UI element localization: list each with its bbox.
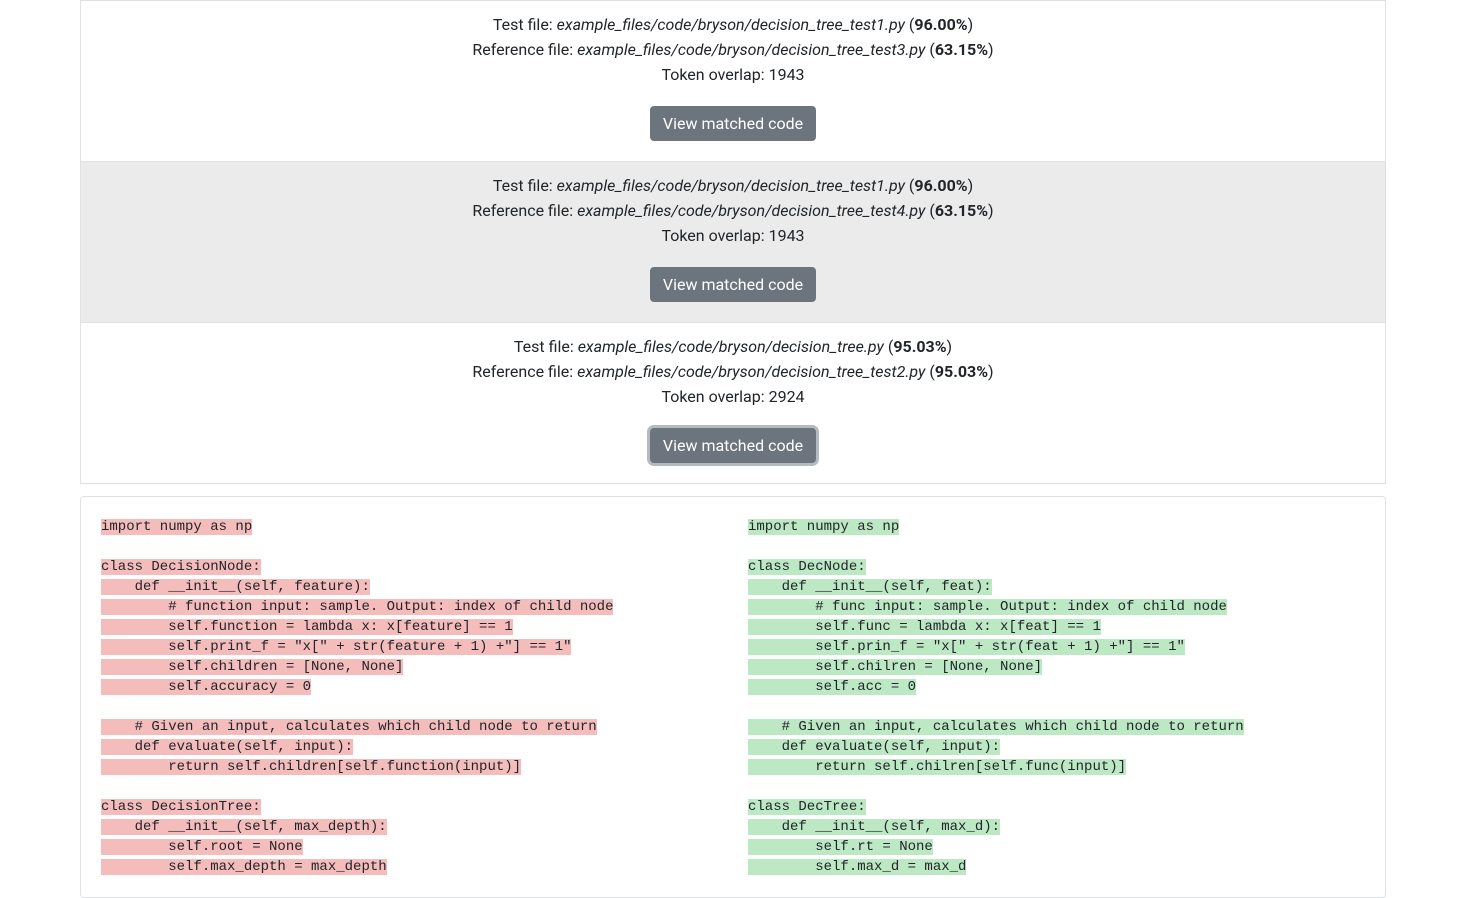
reference-file-pct: 63.15% xyxy=(935,40,988,59)
code-line: # Given an input, calculates which child… xyxy=(748,719,1244,735)
test-file-path: example_files/code/bryson/decision_tree.… xyxy=(578,337,884,356)
result-block-0: Test file: example_files/code/bryson/dec… xyxy=(80,0,1386,162)
token-overlap-value: 1943 xyxy=(769,65,805,84)
reference-file-label: Reference file: xyxy=(472,40,577,59)
code-line: import numpy as np xyxy=(101,519,252,535)
code-line: # function input: sample. Output: index … xyxy=(101,599,613,615)
code-line: self.rt = None xyxy=(748,839,933,855)
code-line: self.accuracy = 0 xyxy=(101,679,311,695)
test-file-line: Test file: example_files/code/bryson/dec… xyxy=(101,335,1365,359)
matched-code-panel: import numpy as np class DecisionNode: d… xyxy=(80,496,1386,898)
reference-file-line: Reference file: example_files/code/bryso… xyxy=(101,360,1365,384)
code-line: # func input: sample. Output: index of c… xyxy=(748,599,1227,615)
view-matched-code-button[interactable]: View matched code xyxy=(650,267,816,302)
test-file-pct: 96.00% xyxy=(914,15,967,34)
code-line: self.acc = 0 xyxy=(748,679,916,695)
code-column-right: import numpy as np class DecNode: def __… xyxy=(748,517,1365,877)
code-line: def __init__(self, max_d): xyxy=(748,819,1000,835)
code-line: self.func = lambda x: x[feat] == 1 xyxy=(748,619,1101,635)
token-overlap-label: Token overlap: xyxy=(661,226,768,245)
test-file-label: Test file: xyxy=(514,337,578,356)
code-line: self.chilren = [None, None] xyxy=(748,659,1042,675)
test-file-label: Test file: xyxy=(493,15,557,34)
test-file-line: Test file: example_files/code/bryson/dec… xyxy=(101,13,1365,37)
reference-file-path: example_files/code/bryson/decision_tree_… xyxy=(577,40,925,59)
test-file-pct: 96.00% xyxy=(914,176,967,195)
reference-file-path: example_files/code/bryson/decision_tree_… xyxy=(577,201,925,220)
code-line: class DecNode: xyxy=(748,559,866,575)
token-overlap-line: Token overlap: 1943 xyxy=(101,224,1365,248)
result-block-2: Test file: example_files/code/bryson/dec… xyxy=(80,322,1386,484)
view-matched-code-button[interactable]: View matched code xyxy=(650,106,816,141)
token-overlap-line: Token overlap: 1943 xyxy=(101,63,1365,87)
view-matched-code-button[interactable]: View matched code xyxy=(650,428,816,463)
code-line: self.print_f = "x[" + str(feature + 1) +… xyxy=(101,639,571,655)
code-line: class DecisionTree: xyxy=(101,799,261,815)
test-file-path: example_files/code/bryson/decision_tree_… xyxy=(557,15,905,34)
code-line: def evaluate(self, input): xyxy=(101,739,353,755)
code-line: def evaluate(self, input): xyxy=(748,739,1000,755)
reference-file-line: Reference file: example_files/code/bryso… xyxy=(101,38,1365,62)
code-line: self.children = [None, None] xyxy=(101,659,403,675)
code-line: self.max_d = max_d xyxy=(748,859,966,875)
results-container: Test file: example_files/code/bryson/dec… xyxy=(80,0,1386,898)
code-line: return self.chilren[self.func(input)] xyxy=(748,759,1126,775)
code-line: # Given an input, calculates which child… xyxy=(101,719,597,735)
code-line: def __init__(self, feat): xyxy=(748,579,992,595)
token-overlap-label: Token overlap: xyxy=(661,65,768,84)
token-overlap-value: 1943 xyxy=(769,226,805,245)
reference-file-label: Reference file: xyxy=(472,201,577,220)
code-column-left: import numpy as np class DecisionNode: d… xyxy=(101,517,718,877)
reference-file-line: Reference file: example_files/code/bryso… xyxy=(101,199,1365,223)
code-line: def __init__(self, max_depth): xyxy=(101,819,387,835)
token-overlap-value: 2924 xyxy=(769,387,805,406)
code-line: return self.children[self.function(input… xyxy=(101,759,521,775)
test-file-line: Test file: example_files/code/bryson/dec… xyxy=(101,174,1365,198)
code-line: import numpy as np xyxy=(748,519,899,535)
code-line: def __init__(self, feature): xyxy=(101,579,370,595)
code-line: self.function = lambda x: x[feature] == … xyxy=(101,619,513,635)
code-line: class DecisionNode: xyxy=(101,559,261,575)
result-block-1: Test file: example_files/code/bryson/dec… xyxy=(80,162,1386,322)
token-overlap-line: Token overlap: 2924 xyxy=(101,385,1365,409)
code-line: class DecTree: xyxy=(748,799,866,815)
token-overlap-label: Token overlap: xyxy=(661,387,768,406)
test-file-path: example_files/code/bryson/decision_tree_… xyxy=(557,176,905,195)
test-file-label: Test file: xyxy=(493,176,557,195)
reference-file-pct: 63.15% xyxy=(935,201,988,220)
test-file-pct: 95.03% xyxy=(893,337,946,356)
code-line: self.max_depth = max_depth xyxy=(101,859,387,875)
code-line: self.prin_f = "x[" + str(feat + 1) +"] =… xyxy=(748,639,1185,655)
reference-file-pct: 95.03% xyxy=(935,362,988,381)
reference-file-path: example_files/code/bryson/decision_tree_… xyxy=(577,362,925,381)
reference-file-label: Reference file: xyxy=(472,362,577,381)
code-line: self.root = None xyxy=(101,839,303,855)
